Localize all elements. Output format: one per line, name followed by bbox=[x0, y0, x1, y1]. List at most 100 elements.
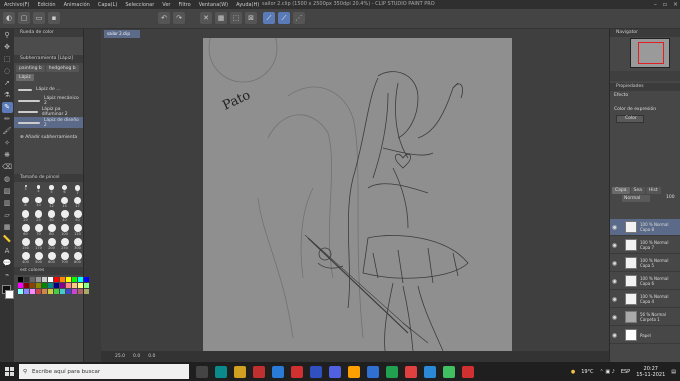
gradient-tool-icon[interactable]: ▥ bbox=[2, 198, 13, 209]
brush-size-option[interactable]: 400 bbox=[20, 252, 31, 264]
brush-item-selected[interactable]: Lápiz de diseño 2 bbox=[14, 117, 83, 128]
app-icon[interactable] bbox=[367, 365, 379, 378]
color-swatch[interactable] bbox=[24, 283, 29, 289]
brush-size-option[interactable]: 12 bbox=[46, 196, 57, 208]
undo-icon[interactable]: ↶ bbox=[158, 12, 170, 24]
brush-size-option[interactable]: 120 bbox=[72, 224, 83, 236]
fill-tool-icon[interactable]: ▨ bbox=[2, 186, 13, 197]
color-swatch[interactable] bbox=[36, 277, 41, 283]
close-icon[interactable]: × bbox=[673, 1, 678, 8]
color-swatch[interactable] bbox=[48, 283, 53, 289]
brush-size-option[interactable]: 80 bbox=[46, 224, 57, 236]
brush-size-option[interactable]: 17 bbox=[72, 196, 83, 208]
brush-size-option[interactable]: 700 bbox=[59, 252, 70, 264]
color-swatch[interactable] bbox=[36, 289, 41, 295]
eye-icon[interactable]: ◉ bbox=[610, 332, 619, 339]
zoom-value[interactable]: 25.0 bbox=[115, 354, 125, 359]
brush-size-option[interactable]: 150 bbox=[20, 238, 31, 250]
eraser-tool-icon[interactable]: ⌫ bbox=[2, 162, 13, 173]
fill-icon[interactable]: ▦ bbox=[215, 12, 227, 24]
tab-capa[interactable]: Capa bbox=[612, 187, 630, 194]
color-swatch[interactable] bbox=[72, 283, 77, 289]
add-sub-tool-button[interactable]: ⊕ Añadir subherramienta bbox=[14, 128, 83, 140]
eye-icon[interactable]: ◉ bbox=[610, 278, 619, 285]
brush-size-option[interactable]: 7 bbox=[72, 185, 83, 195]
color-swatch[interactable] bbox=[54, 283, 59, 289]
eye-icon[interactable]: ◉ bbox=[610, 314, 619, 321]
edge-icon[interactable] bbox=[272, 365, 284, 378]
color-swatch[interactable] bbox=[66, 289, 71, 295]
new-file-icon[interactable]: ▢ bbox=[18, 12, 30, 24]
snap-grid-icon[interactable]: ⟋ bbox=[278, 12, 290, 24]
expression-color-select[interactable]: Color bbox=[616, 115, 644, 123]
object-tool-icon[interactable]: ➚ bbox=[2, 78, 13, 89]
brush-item[interactable]: Lápiz de ... bbox=[14, 84, 83, 95]
color-swatch[interactable] bbox=[60, 283, 65, 289]
transform-icon[interactable]: ⬚ bbox=[230, 12, 242, 24]
task-view-icon[interactable] bbox=[196, 365, 208, 378]
brush-size-option[interactable]: 50 bbox=[72, 210, 83, 222]
weather-temp[interactable]: 19°C bbox=[581, 369, 593, 375]
brush-size-option[interactable]: 600 bbox=[46, 252, 57, 264]
brush-size-option[interactable]: 15 bbox=[59, 196, 70, 208]
figure-tool-icon[interactable]: ▱ bbox=[2, 210, 13, 221]
navigator-title[interactable]: Navigator bbox=[610, 29, 680, 37]
pencil-tool-icon[interactable]: ✏ bbox=[2, 114, 13, 125]
menu-capa[interactable]: Capa(L) bbox=[94, 2, 121, 8]
sub-color-swatch[interactable] bbox=[5, 290, 14, 299]
app-icon[interactable] bbox=[405, 365, 417, 378]
save-icon[interactable]: ▪ bbox=[48, 12, 60, 24]
zoom-tool-icon[interactable]: ⚲ bbox=[2, 30, 13, 41]
tab-lapiz[interactable]: Lápiz bbox=[16, 74, 34, 81]
lasso-tool-icon[interactable]: ◌ bbox=[2, 66, 13, 77]
pen-tool-icon[interactable]: ✎ bbox=[1, 102, 13, 113]
balloon-tool-icon[interactable]: 💬 bbox=[2, 258, 13, 269]
color-swatch[interactable] bbox=[66, 277, 71, 283]
ruler-tool-icon[interactable]: 📏 bbox=[2, 234, 13, 245]
brush-size-option[interactable]: 40 bbox=[59, 210, 70, 222]
layer-row[interactable]: ◉ 56 % Normal Carpeta 1 bbox=[610, 309, 680, 326]
app-icon[interactable] bbox=[310, 365, 322, 378]
brush-size-option[interactable]: 8 bbox=[20, 196, 31, 208]
color-swatch[interactable] bbox=[30, 283, 35, 289]
snap-ruler-icon[interactable]: ⟋ bbox=[263, 12, 275, 24]
blend-tool-icon[interactable]: ◍ bbox=[2, 174, 13, 185]
clock[interactable]: 20:27 15-11-2021 bbox=[636, 366, 665, 378]
color-swatch[interactable] bbox=[42, 289, 47, 295]
taskbar-search-input[interactable]: ⚲ Escribe aquí para buscar bbox=[19, 364, 189, 379]
app-icon[interactable] bbox=[348, 365, 360, 378]
color-swatch[interactable] bbox=[42, 283, 47, 289]
notifications-icon[interactable]: ▤ bbox=[671, 369, 676, 375]
brush-size-option[interactable]: 4 bbox=[33, 185, 44, 195]
clear-icon[interactable]: ✕ bbox=[200, 12, 212, 24]
color-swatch[interactable] bbox=[54, 277, 59, 283]
snap-special-icon[interactable]: ⋰ bbox=[293, 12, 305, 24]
color-swatch[interactable] bbox=[30, 277, 35, 283]
color-swatch[interactable] bbox=[24, 277, 29, 283]
layer-row[interactable]: ◉ 100 % Normal Capa 7 bbox=[610, 237, 680, 254]
color-swatch[interactable] bbox=[18, 289, 23, 295]
color-swatch[interactable] bbox=[18, 277, 23, 283]
brush-size-option[interactable]: 30 bbox=[46, 210, 57, 222]
airbrush-tool-icon[interactable]: ✧ bbox=[2, 138, 13, 149]
app-icon[interactable] bbox=[424, 365, 436, 378]
color-swatch[interactable] bbox=[54, 289, 59, 295]
maximize-icon[interactable]: ▫ bbox=[663, 1, 667, 8]
brush-size-option[interactable]: 10 bbox=[33, 196, 44, 208]
color-swatch[interactable] bbox=[48, 289, 53, 295]
clip-studio-taskbar-icon[interactable] bbox=[386, 365, 398, 378]
eye-icon[interactable]: ◉ bbox=[610, 224, 619, 231]
color-swatch[interactable] bbox=[24, 289, 29, 295]
color-swatch[interactable] bbox=[72, 277, 77, 283]
brush-size-option[interactable]: 170 bbox=[33, 238, 44, 250]
open-file-icon[interactable]: ▭ bbox=[33, 12, 45, 24]
navigator-controls[interactable] bbox=[610, 71, 680, 81]
color-swatch[interactable] bbox=[42, 277, 47, 283]
menu-ver[interactable]: Ver bbox=[158, 2, 174, 8]
deselect-icon[interactable]: ⊠ bbox=[245, 12, 257, 24]
menu-animacion[interactable]: Animación bbox=[60, 2, 94, 8]
color-swatch[interactable] bbox=[48, 277, 53, 283]
color-swatch[interactable] bbox=[72, 289, 77, 295]
brush-size-option[interactable]: 6 bbox=[59, 185, 70, 195]
brush-size-option[interactable]: 3 bbox=[20, 185, 31, 195]
